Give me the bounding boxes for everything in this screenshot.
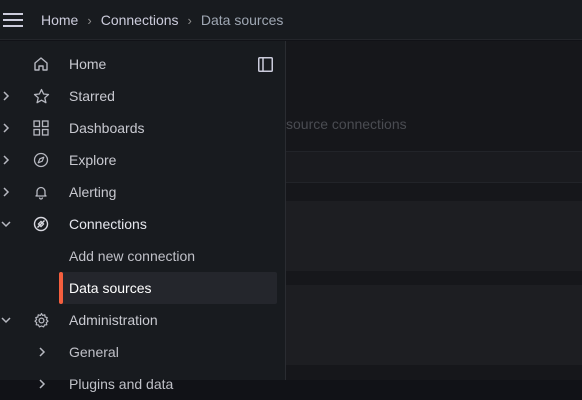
chevron-right-icon[interactable] — [0, 121, 12, 135]
sidebar-item-alerting[interactable]: Alerting — [0, 176, 285, 208]
sidebar-item-general[interactable]: General — [0, 336, 285, 368]
sidebar-item-starred[interactable]: Starred — [0, 80, 285, 112]
tab-bar — [286, 151, 582, 183]
breadcrumb-data-sources: Data sources — [200, 12, 284, 28]
sidebar-item-explore[interactable]: Explore — [0, 144, 285, 176]
sidebar-item-data-sources[interactable]: Data sources — [0, 272, 285, 304]
data-source-card[interactable] — [286, 201, 582, 271]
sidebar: Home Starred Dashboards Explore Alerting… — [0, 41, 286, 392]
sidebar-item-label: Home — [69, 56, 107, 72]
chevron-right-icon[interactable] — [36, 377, 48, 391]
sidebar-item-add-new-connection[interactable]: Add new connection — [0, 240, 285, 272]
breadcrumb-connections[interactable]: Connections — [101, 12, 179, 28]
chevron-right-icon[interactable] — [36, 345, 48, 359]
sidebar-item-label: Administration — [69, 312, 158, 328]
active-item-indicator — [59, 272, 63, 304]
sidebar-item-label: General — [69, 344, 119, 360]
chevron-right-icon[interactable] — [0, 153, 12, 167]
sidebar-item-label: Connections — [69, 216, 147, 232]
sidebar-item-plugins-and-data[interactable]: Plugins and data — [0, 368, 285, 400]
sidebar-item-label: Add new connection — [69, 248, 196, 264]
compass-icon — [32, 151, 50, 169]
sidebar-item-label: Dashboards — [69, 120, 145, 136]
sidebar-item-label: Data sources — [69, 280, 152, 296]
menu-toggle-button[interactable] — [3, 10, 23, 30]
chevron-right-icon[interactable] — [0, 89, 12, 103]
plug-icon — [32, 215, 50, 233]
apps-icon — [32, 119, 50, 137]
sidebar-item-home[interactable]: Home — [0, 48, 285, 80]
sidebar-item-label: Alerting — [69, 184, 117, 200]
star-icon — [32, 87, 50, 105]
page-subtitle: source connections — [286, 116, 407, 132]
cog-icon — [32, 311, 50, 329]
chevron-down-icon[interactable] — [0, 313, 12, 327]
breadcrumb-home[interactable]: Home — [41, 12, 78, 28]
sidebar-item-label: Plugins and data — [69, 376, 174, 392]
chevron-right-icon: › — [187, 12, 192, 28]
sidebar-item-connections[interactable]: Connections — [0, 208, 285, 240]
data-source-card[interactable] — [286, 285, 582, 365]
chevron-right-icon: › — [87, 12, 92, 28]
sidebar-item-label: Explore — [69, 152, 117, 168]
chevron-down-icon[interactable] — [0, 217, 12, 231]
breadcrumb: Home › Connections › Data sources — [41, 0, 283, 40]
sidebar-item-label: Starred — [69, 88, 115, 104]
home-icon — [32, 55, 50, 73]
sidebar-item-administration[interactable]: Administration — [0, 304, 285, 336]
chevron-right-icon[interactable] — [0, 185, 12, 199]
hamburger-icon — [3, 13, 23, 27]
sidebar-item-dashboards[interactable]: Dashboards — [0, 112, 285, 144]
main-content: source connections — [286, 41, 582, 380]
bell-icon — [32, 183, 50, 201]
top-bar: Home › Connections › Data sources — [0, 0, 582, 40]
